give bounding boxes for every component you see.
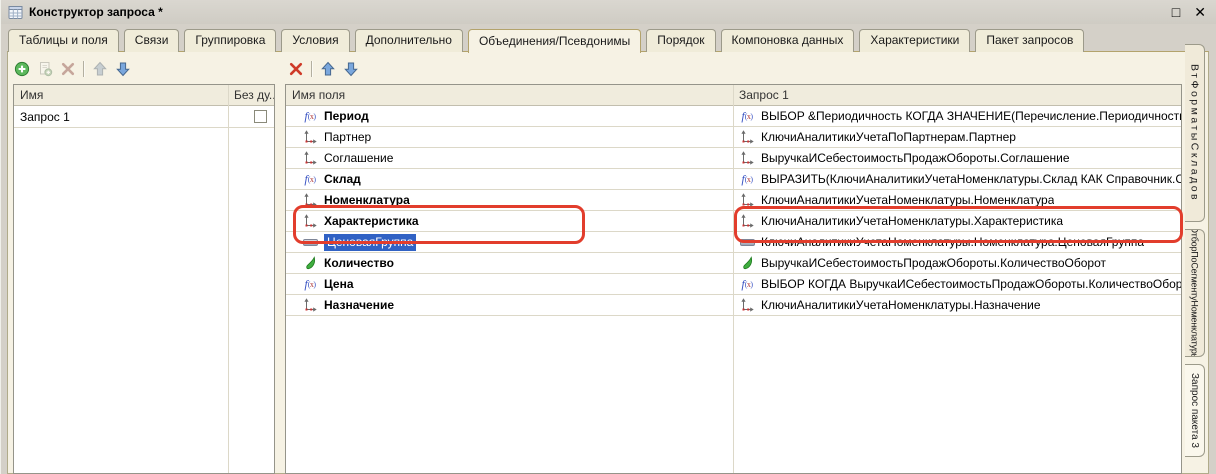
move-up-icon[interactable] (320, 61, 336, 77)
close-button[interactable]: ✕ (1194, 5, 1206, 19)
field-expression: КлючиАналитикиУчетаНоменклатуры.Номенкла… (761, 193, 1054, 207)
dimension-field-icon (302, 193, 318, 207)
top-tab-strip: Таблицы и поляСвязиГруппировкаУсловия Доп… (8, 29, 1084, 52)
column-header-no-duplicates: Без ду... (228, 85, 274, 105)
tab-дополнительно[interactable]: Дополнительно (355, 29, 463, 52)
tab-условия[interactable]: Условия (281, 29, 349, 52)
field-name: Количество (324, 256, 394, 270)
dimension-field-icon (302, 151, 318, 165)
queries-toolbar (14, 58, 131, 80)
tab-пакет-запросов[interactable]: Пакет запросов (975, 29, 1084, 52)
field-expression: ВыручкаИСебестоимостьПродажОбороты.Колич… (761, 256, 1106, 270)
move-up-icon[interactable] (92, 61, 108, 77)
queries-table-header: Имя Без ду... (14, 85, 274, 106)
dimension-field-icon (739, 130, 755, 144)
delete-icon[interactable] (60, 61, 76, 77)
toolbar-separator (311, 61, 313, 77)
field-name: Цена (324, 277, 354, 291)
move-down-icon[interactable] (343, 61, 359, 77)
tab-объединения-псевдонимы[interactable]: Объединения/Псевдонимы (468, 29, 641, 53)
field-name: Период (324, 109, 369, 123)
field-name: Склад (324, 172, 361, 186)
field-expression: КлючиАналитикиУчетаНоменклатуры.Номенкла… (761, 235, 1144, 249)
tab-связи[interactable]: Связи (124, 29, 180, 52)
resource-field-icon (302, 256, 318, 270)
move-down-icon[interactable] (115, 61, 131, 77)
dash-field-icon (739, 235, 755, 249)
side-tab-втформатыскладов[interactable]: ВтФорматыСкладов (1185, 44, 1205, 222)
tab-компоновка-данных[interactable]: Компоновка данных (721, 29, 855, 52)
query-row-запрос-1[interactable]: Запрос 1 (14, 106, 274, 128)
side-tab-отборпосегментуноменклатуры[interactable]: ОтборПоСегментуНоменклатуры (1185, 229, 1205, 357)
window-table-icon (8, 5, 24, 20)
field-expression: КлючиАналитикиУчетаНоменклатуры.Характер… (761, 214, 1063, 228)
query-name: Запрос 1 (14, 110, 70, 124)
fields-toolbar (288, 58, 359, 80)
query-builder-window: Конструктор запроса * □ ✕ Таблицы и поля… (0, 0, 1216, 474)
side-tab-запрос-пакета-3[interactable]: Запрос пакета 3 (1185, 364, 1205, 457)
queries-table: Имя Без ду... Запрос 1 (13, 84, 275, 474)
column-divider (733, 85, 734, 473)
add-icon[interactable] (14, 61, 30, 77)
tab-характеристики[interactable]: Характеристики (859, 29, 970, 52)
dimension-field-icon (739, 151, 755, 165)
dash-field-icon (302, 235, 318, 249)
field-name: Характеристика (324, 214, 419, 228)
tab-порядок[interactable]: Порядок (646, 29, 715, 52)
toolbar-separator (83, 61, 85, 77)
maximize-button[interactable]: □ (1172, 5, 1180, 19)
dimension-field-icon (302, 298, 318, 312)
dimension-field-icon (739, 298, 755, 312)
tab-группировка[interactable]: Группировка (184, 29, 276, 52)
function-icon: f(x) (302, 172, 318, 186)
function-icon: f(x) (739, 172, 755, 186)
function-icon: f(x) (739, 109, 755, 123)
fields-table: Имя поля Запрос 1 f(x) Период f(x) ВЫБОР &П… (285, 84, 1182, 474)
field-expression: ВыручкаИСебестоимостьПродажОбороты.Согла… (761, 151, 1070, 165)
delete-icon[interactable] (288, 61, 304, 77)
field-name: ЦеноваяГруппа (324, 234, 416, 251)
column-header-query1: Запрос 1 (733, 85, 1181, 105)
dimension-field-icon (739, 214, 755, 228)
dimension-field-icon (302, 214, 318, 228)
dimension-field-icon (302, 130, 318, 144)
function-icon: f(x) (302, 277, 318, 291)
dimension-field-icon (739, 193, 755, 207)
resource-field-icon (739, 256, 755, 270)
column-header-field-name: Имя поля (286, 85, 733, 105)
add-copy-icon[interactable] (37, 61, 53, 77)
field-expression: ВЫРАЗИТЬ(КлючиАналитикиУчетаНоменклатуры… (761, 172, 1181, 186)
function-icon: f(x) (302, 109, 318, 123)
title-bar: Конструктор запроса * □ ✕ (1, 0, 1216, 24)
field-name: Соглашение (324, 151, 393, 165)
column-header-name: Имя (14, 85, 228, 105)
function-icon: f(x) (739, 277, 755, 291)
field-expression: ВЫБОР &Периодичность КОГДА ЗНАЧЕНИЕ(Пере… (761, 109, 1181, 123)
field-name: Назначение (324, 298, 394, 312)
field-expression: КлючиАналитикиУчетаНоменклатуры.Назначен… (761, 298, 1041, 312)
field-expression: ВЫБОР КОГДА ВыручкаИСебестоимостьПродажО… (761, 277, 1181, 291)
query-packet-tab-strip: ВтФорматыСкладов ОтборПоСегментуНоменклат… (1185, 44, 1207, 457)
no-duplicates-checkbox[interactable] (254, 110, 267, 123)
field-expression: КлючиАналитикиУчетаПоПартнерам.Партнер (761, 130, 1016, 144)
column-divider (228, 85, 229, 473)
field-name: Партнер (324, 130, 371, 144)
field-name: Номенклатура (324, 193, 410, 207)
tab-таблицы-и-поля[interactable]: Таблицы и поля (8, 29, 119, 52)
window-title: Конструктор запроса * (29, 5, 163, 19)
